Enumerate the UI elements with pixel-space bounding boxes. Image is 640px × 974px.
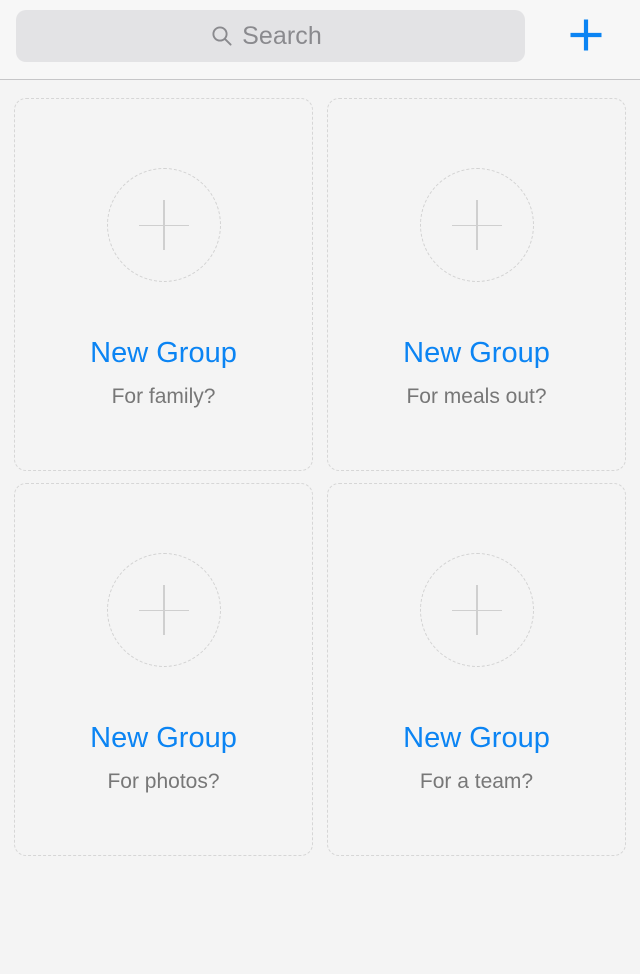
plus-glyph-icon (138, 200, 189, 250)
new-group-subtitle: For a team? (419, 770, 534, 793)
new-group-title: New Group (403, 722, 550, 754)
plus-in-dashed-circle-icon (419, 553, 534, 667)
header-separator (0, 79, 640, 80)
new-group-card[interactable]: New Group For photos? (14, 483, 313, 856)
plus-icon (568, 17, 604, 53)
new-group-title: New Group (90, 337, 237, 369)
new-group-subtitle: For family? (111, 385, 216, 408)
new-group-card[interactable]: New Group For family? (14, 98, 313, 471)
search-inner: Search (211, 21, 322, 50)
new-group-title: New Group (403, 337, 550, 369)
plus-in-dashed-circle-icon (106, 168, 221, 282)
new-group-title: New Group (90, 722, 237, 754)
new-group-grid: New Group For family? New Group For meal… (14, 98, 626, 856)
plus-in-dashed-circle-icon (106, 553, 221, 667)
search-icon (211, 25, 233, 47)
plus-in-dashed-circle-icon (419, 168, 534, 282)
new-group-card[interactable]: New Group For meals out? (327, 98, 626, 471)
new-group-card[interactable]: New Group For a team? (327, 483, 626, 856)
new-group-subtitle: For photos? (107, 770, 220, 793)
plus-glyph-icon (451, 200, 502, 250)
plus-glyph-icon (451, 585, 502, 635)
header-bar: Search (0, 0, 640, 80)
search-input[interactable]: Search (16, 10, 525, 62)
new-group-subtitle: For meals out? (406, 385, 547, 408)
plus-glyph-icon (138, 585, 189, 635)
search-placeholder: Search (242, 21, 322, 50)
add-group-button[interactable] (560, 9, 612, 61)
